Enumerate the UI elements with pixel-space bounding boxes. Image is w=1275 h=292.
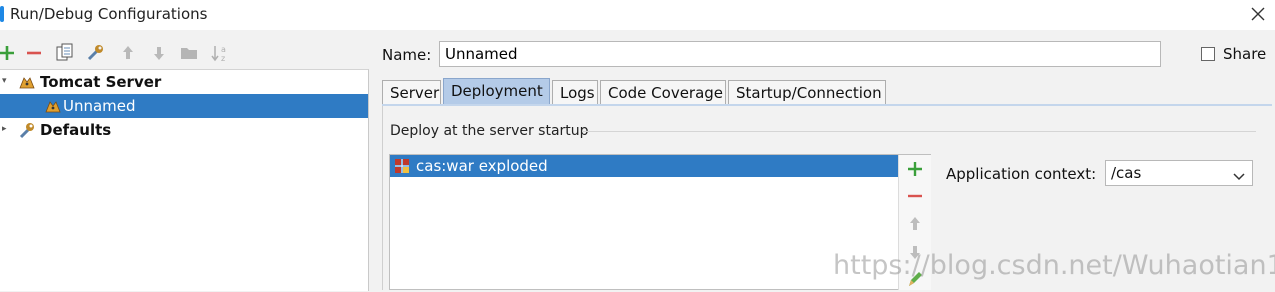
copy-icon[interactable] [54,42,76,64]
add-artifact-icon[interactable] [906,160,924,178]
application-context-label: Application context: [946,165,1097,183]
svg-text:a: a [221,45,226,54]
configuration-tree: ▾ Tomcat Server Unnamed ▸ Defaults [0,69,369,291]
svg-text:z: z [221,54,225,63]
remove-icon[interactable] [23,42,45,64]
name-input[interactable] [439,41,1161,67]
tomcat-icon [44,98,62,114]
tree-item-defaults[interactable]: ▸ Defaults [0,118,368,142]
collapse-arrow-icon[interactable]: ▸ [2,124,12,134]
section-divider [582,131,1256,132]
application-context-value: /cas [1111,164,1142,182]
name-label: Name: [382,46,432,64]
tomcat-icon [18,74,36,90]
add-icon[interactable] [0,42,18,64]
artifact-label: cas:war exploded [416,157,548,175]
tab-startup-connection[interactable]: Startup/Connection [728,80,886,104]
tree-item-label: Tomcat Server [40,73,162,91]
share-checkbox[interactable] [1201,47,1215,61]
folder-icon[interactable] [178,42,200,64]
wrench-icon [18,121,36,139]
tab-deployment[interactable]: Deployment [443,78,550,105]
tab-logs[interactable]: Logs [552,80,598,104]
app-icon [0,6,4,22]
sort-az-icon[interactable]: az [209,42,231,64]
tree-item-tomcat-server[interactable]: ▾ Tomcat Server [0,70,368,94]
tree-item-unnamed[interactable]: Unnamed [0,94,368,118]
window-title: Run/Debug Configurations [10,5,208,23]
expand-arrow-icon[interactable]: ▾ [2,76,12,86]
list-item[interactable]: cas:war exploded [390,155,898,177]
edit-defaults-icon[interactable] [85,42,107,64]
close-icon[interactable] [1248,4,1268,24]
watermark: https://blog.csdn.net/Wuhaotian1996 [833,250,1275,281]
application-context-select[interactable]: /cas [1105,160,1253,186]
tree-item-label: Defaults [40,121,112,139]
tree-item-label: Unnamed [63,97,136,115]
share-label: Share [1223,45,1267,63]
move-down-icon[interactable] [148,42,170,64]
tab-server[interactable]: Server [382,80,441,104]
deploy-section-heading: Deploy at the server startup [390,123,589,139]
move-up-icon[interactable] [906,215,924,233]
remove-artifact-icon[interactable] [906,187,924,205]
tab-code-coverage[interactable]: Code Coverage [600,80,726,104]
move-up-icon[interactable] [117,42,139,64]
chevron-down-icon [1233,168,1245,181]
artifact-icon [395,159,409,173]
